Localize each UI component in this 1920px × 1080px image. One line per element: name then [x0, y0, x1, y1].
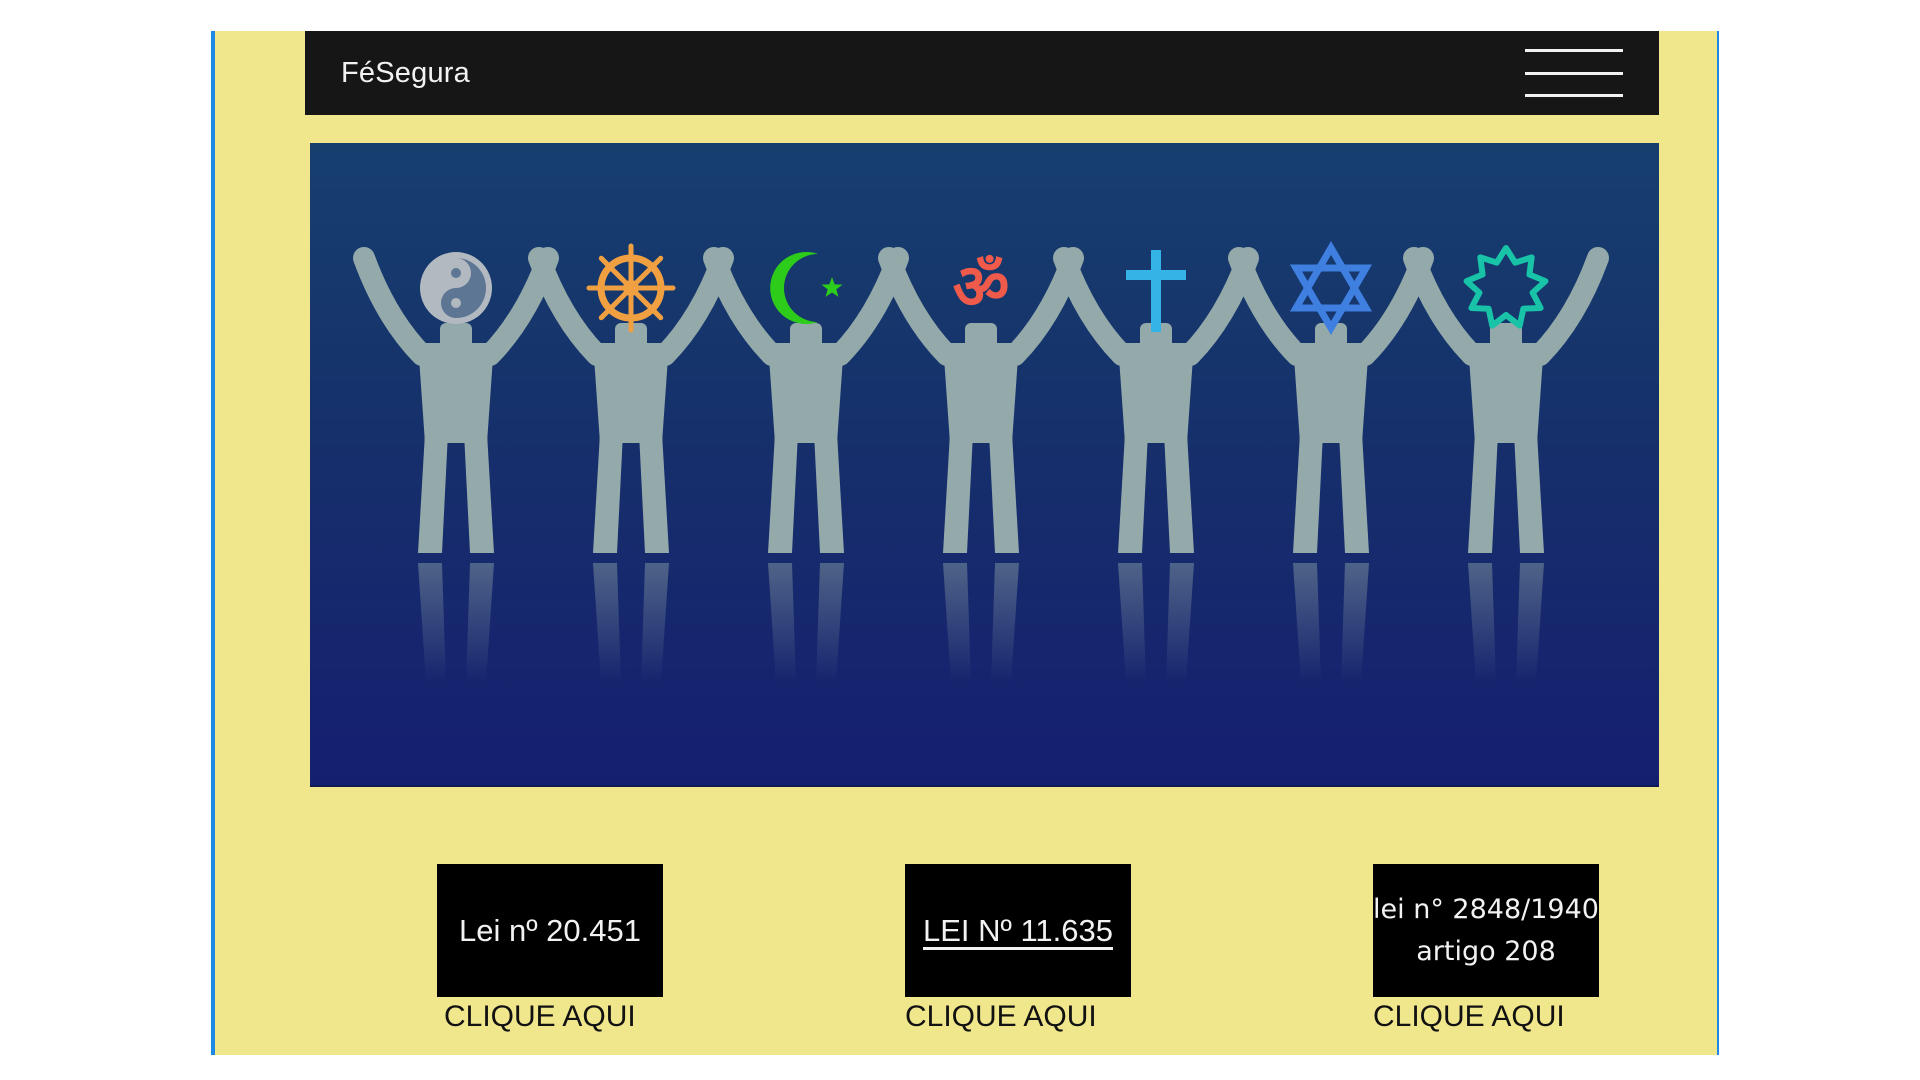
- star-of-david-icon: [1289, 241, 1373, 335]
- menu-line: [1525, 94, 1623, 97]
- yin-yang-icon: [420, 252, 492, 324]
- law-card-2848-1940[interactable]: lei n° 2848/1940 artigo 208: [1373, 864, 1599, 997]
- law-title: lei n° 2848/1940 artigo 208: [1373, 889, 1599, 973]
- brand-logo[interactable]: FéSegura: [341, 57, 470, 90]
- hero-image: ॐ: [310, 143, 1659, 787]
- star-crescent-icon: [770, 252, 843, 324]
- om-icon: ॐ: [953, 250, 1010, 323]
- law-title: Lei nº 20.451: [459, 912, 641, 948]
- navbar: FéSegura: [305, 31, 1659, 115]
- law-title-line: lei n° 2848/1940: [1373, 893, 1599, 925]
- interfaith-illustration: ॐ: [353, 241, 1609, 683]
- law-title-link[interactable]: LEI Nº 11.635: [923, 913, 1113, 949]
- christian-cross-icon: [1126, 250, 1186, 332]
- menu-line: [1525, 49, 1623, 52]
- hamburger-menu-icon[interactable]: [1525, 49, 1623, 97]
- person-figure: [1403, 247, 1609, 683]
- click-here-link[interactable]: CLIQUE AQUI: [444, 1000, 636, 1034]
- law-title-line: artigo 208: [1416, 935, 1556, 967]
- svg-text:ॐ: ॐ: [953, 250, 1010, 323]
- law-card-20451[interactable]: Lei nº 20.451: [437, 864, 663, 997]
- click-here-link[interactable]: CLIQUE AQUI: [905, 1000, 1097, 1034]
- bahai-star-icon: [1463, 245, 1549, 329]
- page-frame: FéSegura ॐ Lei nº 20.451 CLIQUE AQUI LEI…: [211, 31, 1719, 1055]
- click-here-link[interactable]: CLIQUE AQUI: [1373, 1000, 1565, 1034]
- menu-line: [1525, 71, 1623, 75]
- law-card-11635[interactable]: LEI Nº 11.635: [905, 864, 1131, 997]
- dharma-wheel-icon: [586, 243, 676, 333]
